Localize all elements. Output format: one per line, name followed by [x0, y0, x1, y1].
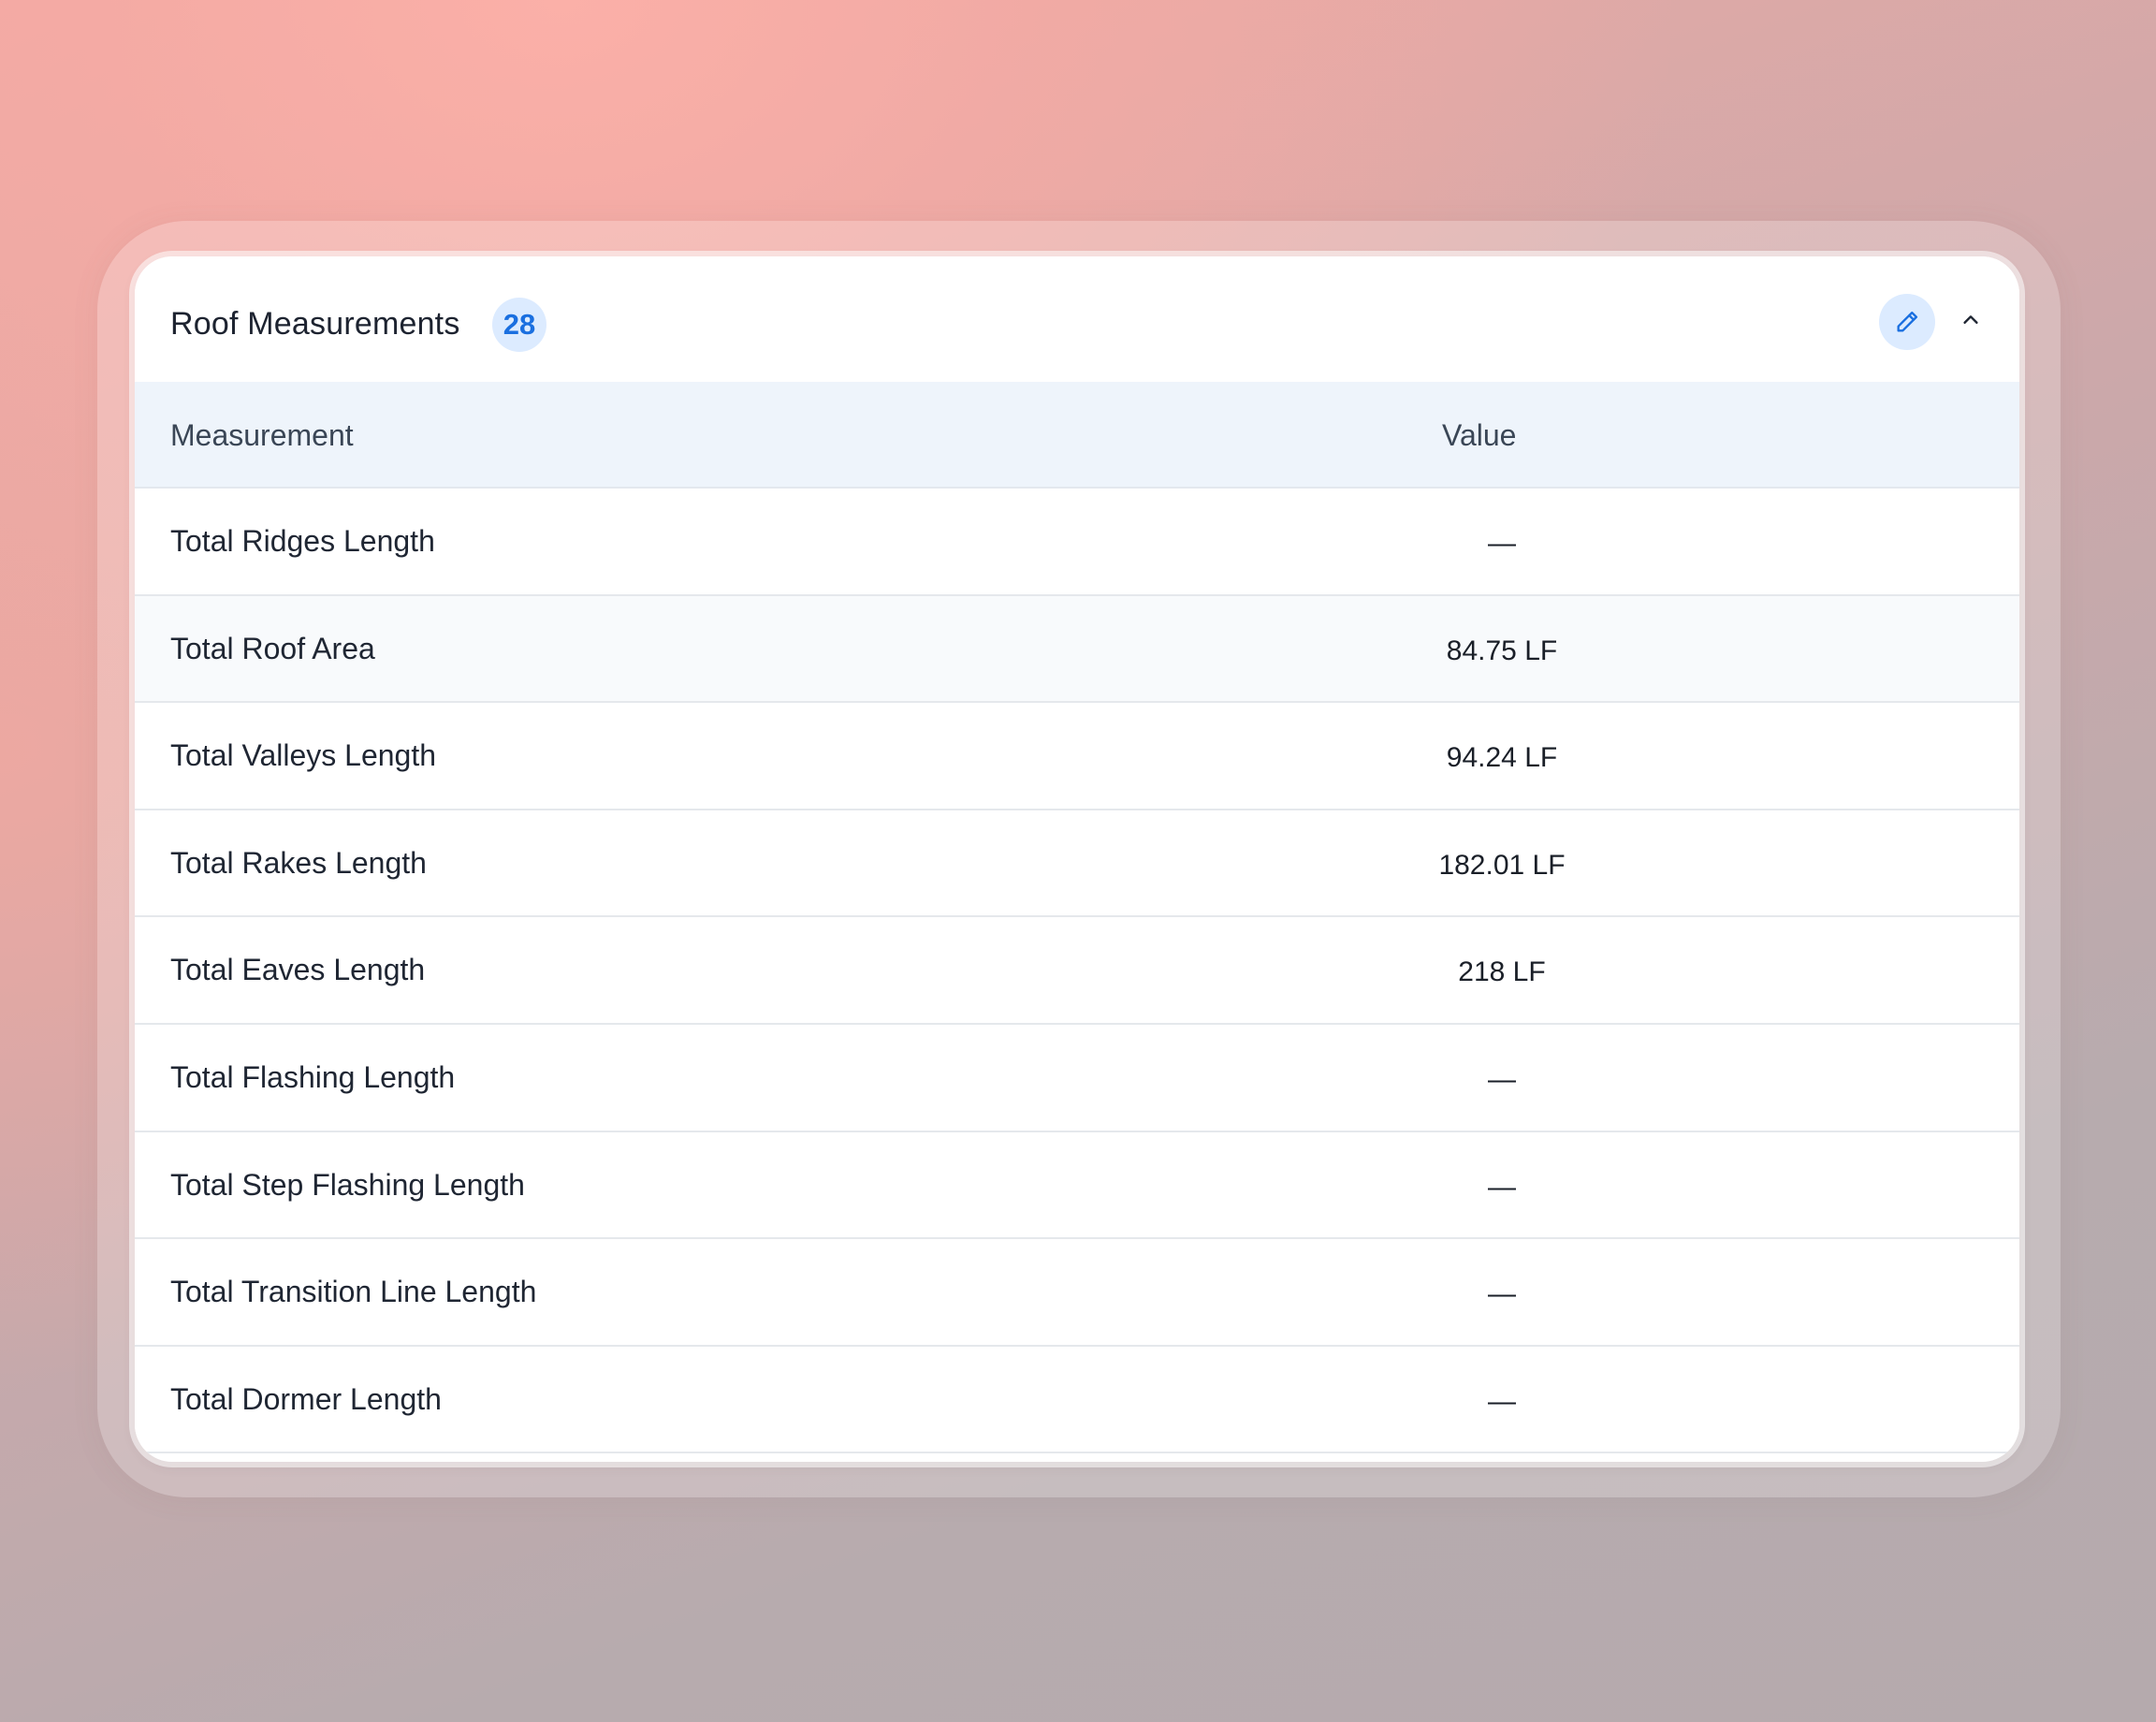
measurements-table: Measurement Value Total Ridges Length — …	[135, 382, 2019, 1454]
measurement-value: 218 LF	[1458, 956, 1546, 988]
roof-measurements-card: Roof Measurements 28 Measurement Value T…	[135, 256, 2019, 1462]
table-row: Total Step Flashing Length —	[135, 1131, 2019, 1240]
table-row: Total Ridges Length —	[135, 489, 2019, 596]
measurement-label: Total Flashing Length	[170, 1059, 456, 1094]
measurement-value: —	[1488, 1385, 1516, 1417]
table-row: Total Roof Area 84.75 LF	[135, 595, 2019, 704]
measurement-label: Total Eaves Length	[170, 953, 426, 987]
collapse-button[interactable]	[1952, 301, 1989, 339]
column-header-measurement: Measurement	[170, 418, 354, 452]
measurement-label: Total Step Flashing Length	[170, 1167, 525, 1202]
table-row: Total Transition Line Length —	[135, 1239, 2019, 1347]
table-header: Measurement Value	[135, 382, 2019, 489]
measurement-label: Total Roof Area	[170, 631, 375, 665]
measurement-value: —	[1488, 1171, 1516, 1203]
measurement-value: —	[1488, 1063, 1516, 1095]
card-title: Roof Measurements	[170, 306, 460, 342]
count-badge: 28	[492, 298, 546, 352]
measurement-label: Total Ridges Length	[170, 524, 435, 558]
column-header-value: Value	[1442, 418, 1517, 452]
measurement-value: 84.75 LF	[1446, 635, 1558, 666]
table-row: Total Valleys Length 94.24 LF	[135, 703, 2019, 810]
measurement-value: 182.01 LF	[1438, 849, 1566, 881]
measurement-value: —	[1488, 528, 1516, 559]
edit-button[interactable]	[1879, 294, 1935, 350]
measurement-label: Total Dormer Length	[170, 1381, 442, 1416]
measurement-value: —	[1488, 1278, 1516, 1310]
measurement-value: 94.24 LF	[1446, 742, 1558, 774]
table-row: Total Flashing Length —	[135, 1024, 2019, 1132]
table-row: Total Dormer Length —	[135, 1346, 2019, 1454]
measurement-label: Total Transition Line Length	[170, 1275, 537, 1309]
table-row: Total Rakes Length 182.01 LF	[135, 810, 2019, 918]
pencil-icon	[1897, 311, 1918, 332]
card-header: Roof Measurements 28	[135, 256, 2019, 382]
measurement-label: Total Rakes Length	[170, 845, 427, 880]
table-row: Total Eaves Length 218 LF	[135, 917, 2019, 1025]
chevron-up-icon	[1963, 315, 1978, 324]
measurement-label: Total Valleys Length	[170, 738, 437, 773]
